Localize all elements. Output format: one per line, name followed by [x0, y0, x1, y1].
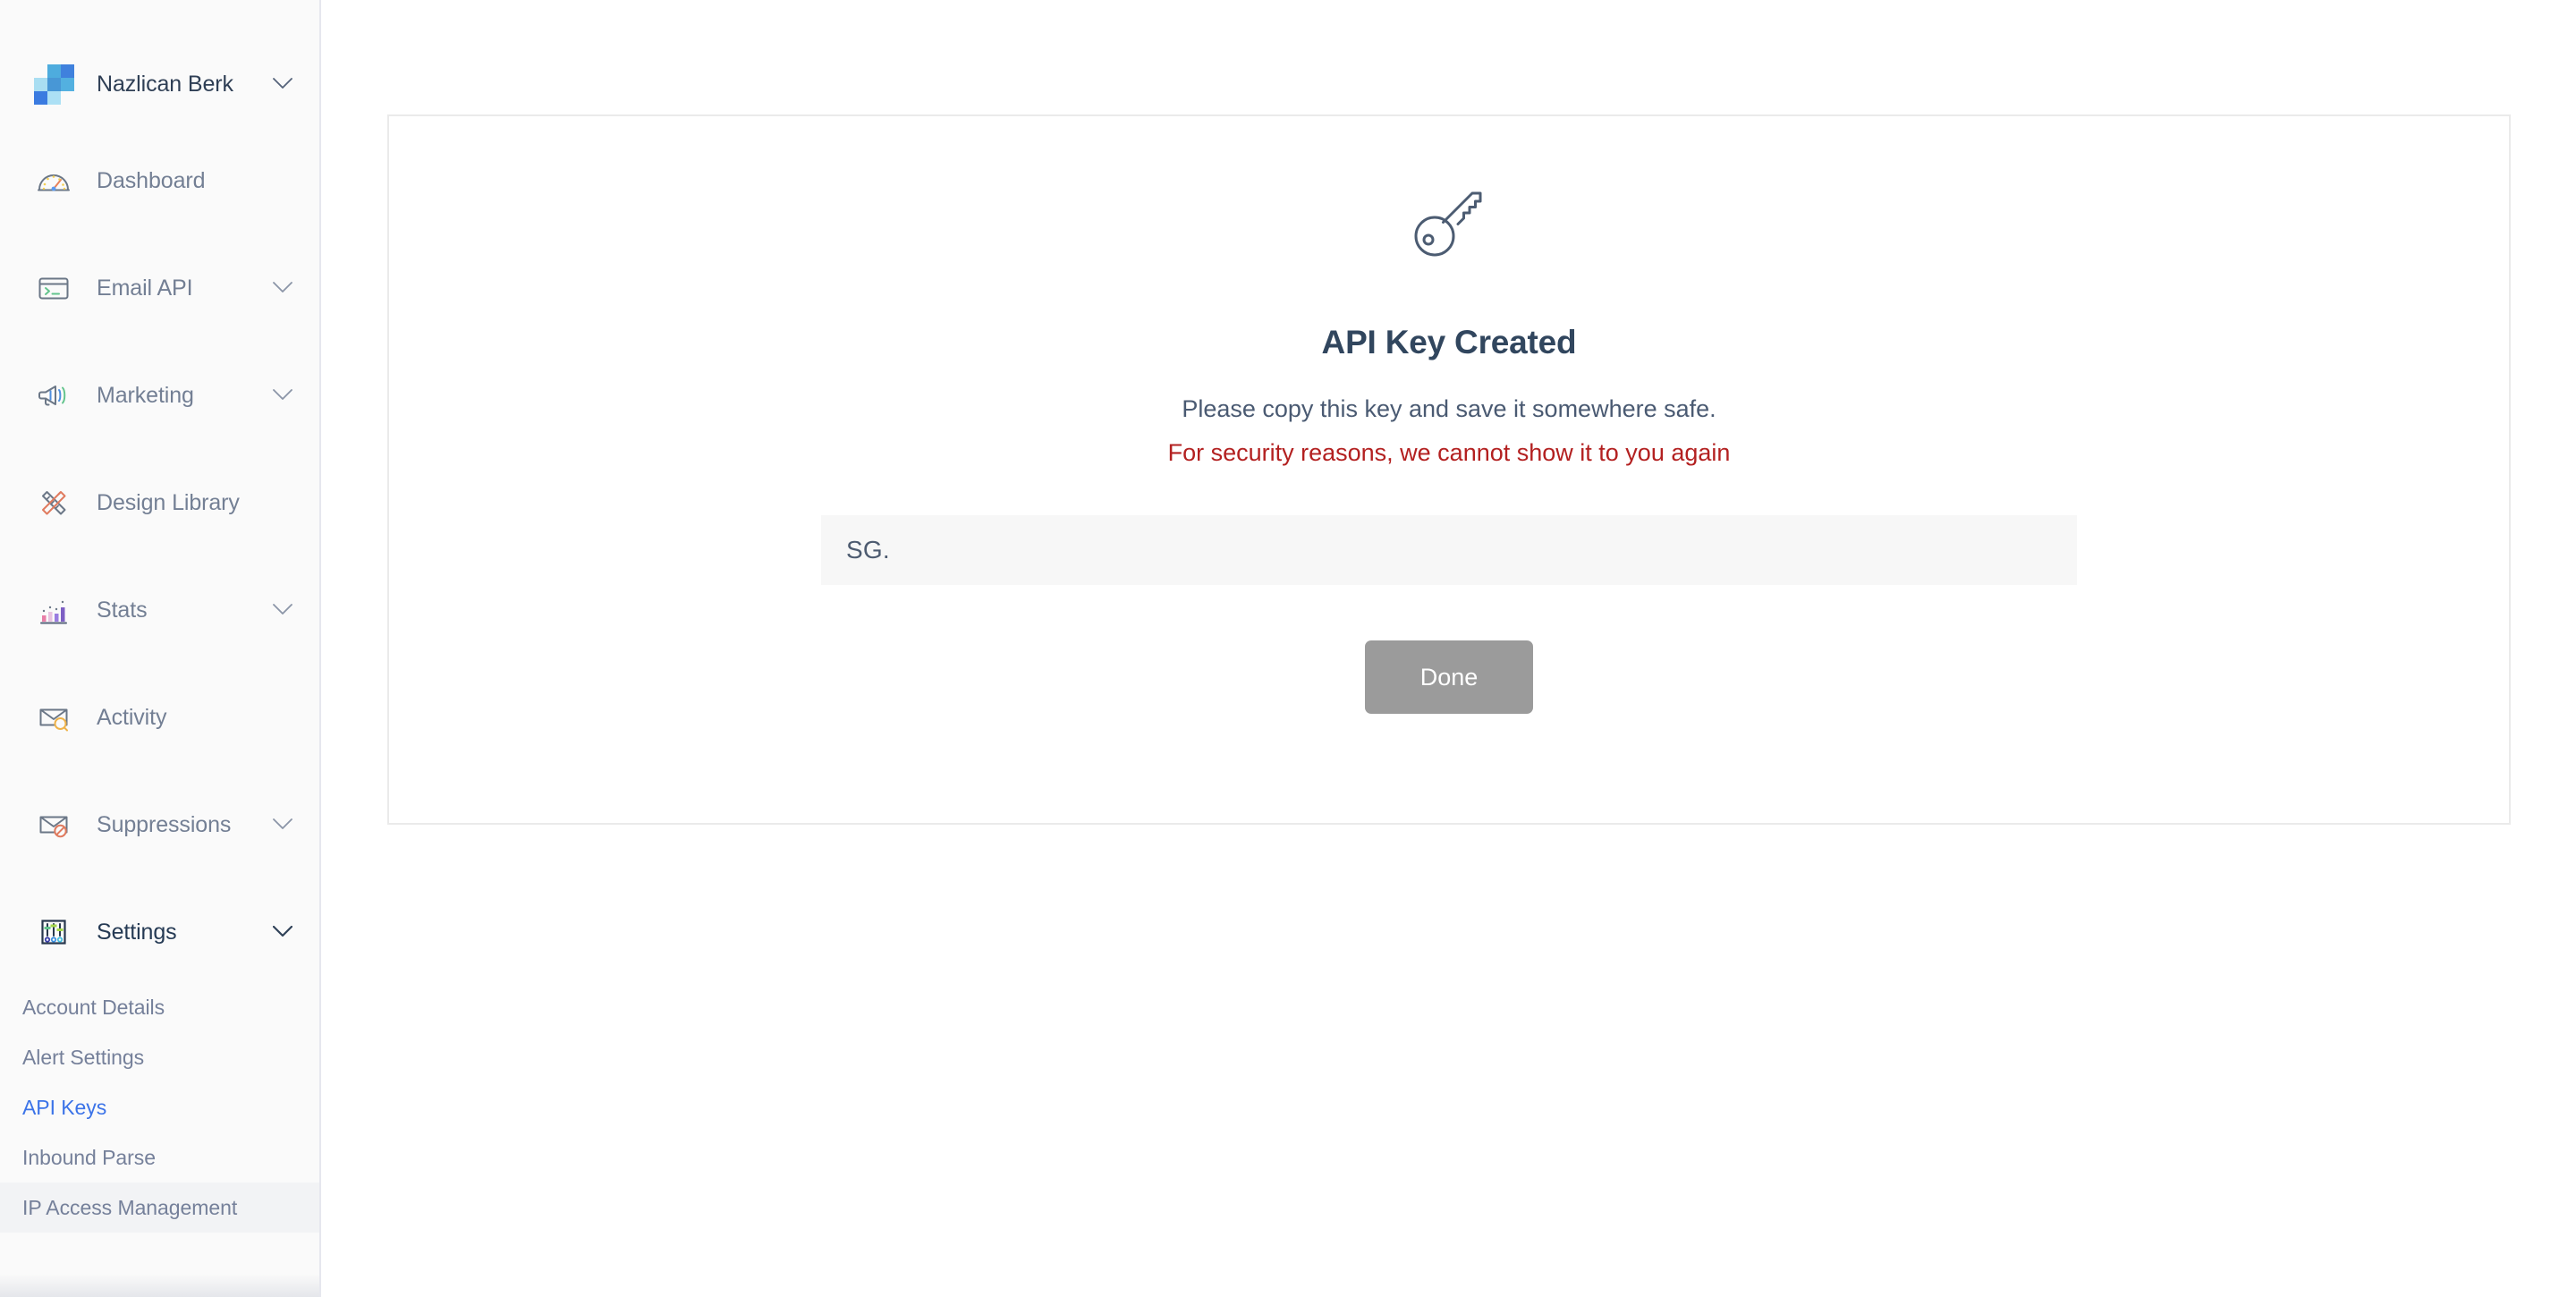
sidebar-item-suppressions[interactable]: Suppressions [0, 800, 319, 850]
sidebar-item-marketing[interactable]: Marketing [0, 370, 319, 420]
megaphone-icon [34, 376, 73, 415]
sidebar-item-activity[interactable]: Activity [0, 692, 319, 742]
sidebar-item-label: Activity [97, 704, 167, 730]
chevron-down-icon[interactable] [273, 926, 292, 938]
sidebar-item-label: Dashboard [97, 167, 206, 193]
chevron-down-icon[interactable] [273, 818, 292, 831]
sidebar-subitem-api-keys[interactable]: API Keys [0, 1082, 319, 1132]
envelope-blocked-icon [34, 805, 73, 844]
sidebar-scroll-area[interactable]: Nazlican Berk Dashboard Email API Market… [0, 0, 319, 1297]
app-root: Nazlican Berk Dashboard Email API Market… [0, 0, 2576, 1297]
sidebar: Nazlican Berk Dashboard Email API Market… [0, 0, 321, 1297]
sidebar-item-label: Stats [97, 597, 148, 623]
sendgrid-logo-icon [34, 64, 74, 105]
sidebar-subitem-alert-settings[interactable]: Alert Settings [0, 1032, 319, 1082]
page-title: API Key Created [1321, 324, 1577, 360]
chevron-down-icon[interactable] [273, 604, 292, 616]
sidebar-item-label: Design Library [97, 489, 240, 515]
sliders-icon [34, 912, 73, 952]
sidebar-item-email-api[interactable]: Email API [0, 263, 319, 313]
pencil-ruler-icon [34, 483, 73, 522]
speedometer-icon [34, 161, 73, 200]
security-warning-text: For security reasons, we cannot show it … [1167, 439, 1731, 466]
sidebar-item-stats[interactable]: Stats [0, 585, 319, 635]
envelope-search-icon [34, 698, 73, 737]
chevron-down-icon[interactable] [273, 282, 292, 294]
api-key-created-card: API Key Created Please copy this key and… [387, 114, 2511, 825]
chevron-down-icon[interactable] [273, 389, 292, 402]
done-button[interactable]: Done [1365, 640, 1533, 714]
bar-chart-icon [34, 590, 73, 630]
sidebar-item-dashboard[interactable]: Dashboard [0, 156, 319, 206]
sidebar-item-settings[interactable]: Settings [0, 907, 319, 957]
sidebar-item-design-library[interactable]: Design Library [0, 478, 319, 528]
sidebar-item-label: Settings [97, 919, 177, 945]
main-content: API Key Created Please copy this key and… [321, 0, 2576, 1297]
api-key-value-field[interactable]: SG. [821, 515, 2077, 585]
settings-sub-nav: Account Details Alert Settings API Keys … [0, 982, 319, 1233]
primary-nav: Dashboard Email API Marketing Design Lib… [0, 156, 319, 1233]
card-subtitle: Please copy this key and save it somewhe… [1182, 395, 1716, 422]
sidebar-subitem-inbound-parse[interactable]: Inbound Parse [0, 1132, 319, 1183]
key-icon [1402, 181, 1496, 274]
terminal-card-icon [34, 268, 73, 308]
sidebar-subitem-ip-access-management[interactable]: IP Access Management [0, 1183, 319, 1233]
chevron-down-icon[interactable] [273, 78, 292, 90]
sidebar-item-label: Marketing [97, 382, 194, 408]
account-name: Nazlican Berk [97, 71, 233, 97]
sidebar-subitem-account-details[interactable]: Account Details [0, 982, 319, 1032]
sidebar-item-label: Suppressions [97, 811, 232, 837]
account-switcher[interactable]: Nazlican Berk [0, 57, 319, 111]
sidebar-item-label: Email API [97, 275, 193, 301]
